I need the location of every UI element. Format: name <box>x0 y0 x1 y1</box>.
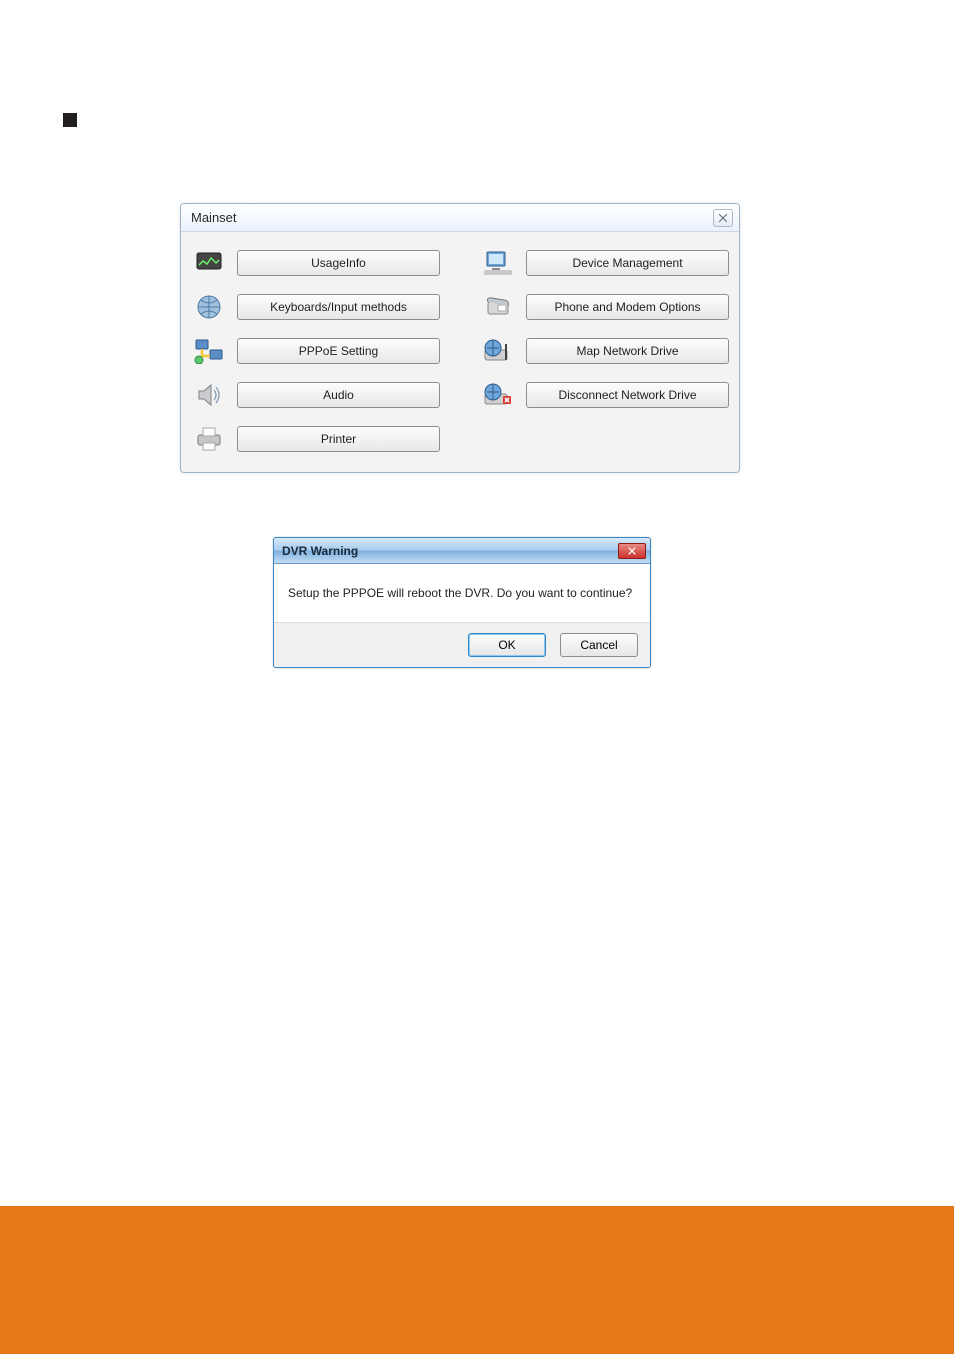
dvr-warning-dialog: DVR Warning Setup the PPPOE will reboot … <box>273 537 651 668</box>
usageinfo-button[interactable]: UsageInfo <box>237 250 440 276</box>
mainset-body: UsageInfo Device Management Keyboards/In… <box>181 232 739 472</box>
computer-icon <box>480 248 516 278</box>
close-icon[interactable] <box>713 209 733 227</box>
mainset-title: Mainset <box>191 210 237 225</box>
row-printer: Printer <box>191 424 440 454</box>
phone-modem-button[interactable]: Phone and Modem Options <box>526 294 729 320</box>
dvr-warning-message: Setup the PPPOE will reboot the DVR. Do … <box>274 564 650 623</box>
disconnect-drive-icon <box>480 380 516 410</box>
close-icon[interactable] <box>618 543 646 559</box>
map-drive-icon <box>480 336 516 366</box>
mainset-titlebar: Mainset <box>181 204 739 232</box>
footer-bar <box>0 1206 954 1354</box>
dvr-warning-title: DVR Warning <box>282 544 358 558</box>
speaker-icon <box>191 380 227 410</box>
map-network-drive-button[interactable]: Map Network Drive <box>526 338 729 364</box>
globe-icon <box>191 292 227 322</box>
audio-button[interactable]: Audio <box>237 382 440 408</box>
row-pppoe: PPPoE Setting <box>191 336 440 366</box>
cancel-button[interactable]: Cancel <box>560 633 638 657</box>
row-keyboards: Keyboards/Input methods <box>191 292 440 322</box>
bullet-square <box>63 113 77 127</box>
ok-button[interactable]: OK <box>468 633 546 657</box>
row-map-drive: Map Network Drive <box>480 336 729 366</box>
disconnect-network-drive-button[interactable]: Disconnect Network Drive <box>526 382 729 408</box>
device-management-button[interactable]: Device Management <box>526 250 729 276</box>
printer-button[interactable]: Printer <box>237 426 440 452</box>
dvr-titlebar: DVR Warning <box>274 538 650 564</box>
network-icon <box>191 336 227 366</box>
row-audio: Audio <box>191 380 440 410</box>
row-usageinfo: UsageInfo <box>191 248 440 278</box>
pppoe-setting-button[interactable]: PPPoE Setting <box>237 338 440 364</box>
dvr-footer: OK Cancel <box>274 623 650 667</box>
row-device-mgmt: Device Management <box>480 248 729 278</box>
row-disconnect-drive: Disconnect Network Drive <box>480 380 729 410</box>
printer-icon <box>191 424 227 454</box>
phone-modem-icon <box>480 292 516 322</box>
monitor-icon <box>191 248 227 278</box>
keyboards-button[interactable]: Keyboards/Input methods <box>237 294 440 320</box>
mainset-window: Mainset UsageInfo Device Management Keyb… <box>180 203 740 473</box>
row-phone-modem: Phone and Modem Options <box>480 292 729 322</box>
